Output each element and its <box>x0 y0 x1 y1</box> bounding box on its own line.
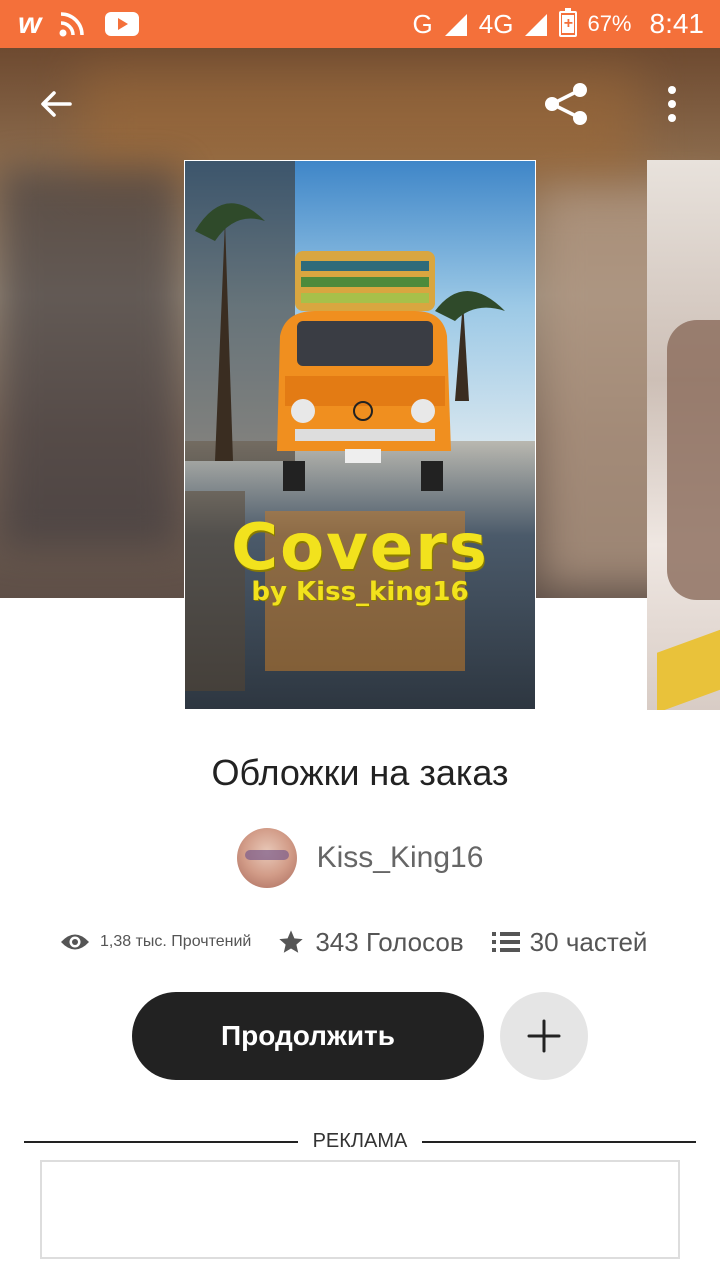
story-stats: 1,38 тыс. Прочтений 343 Голосов 30 часте… <box>60 920 680 964</box>
add-to-library-button[interactable] <box>500 992 588 1080</box>
network-4g-label: 4G <box>478 8 514 39</box>
plus-icon <box>527 1019 561 1053</box>
cover-image <box>185 161 535 709</box>
cover-title-text: Covers <box>231 511 489 585</box>
back-arrow-icon <box>41 91 72 117</box>
status-bar: w G 4G 67% 8:41 <box>0 0 720 48</box>
author-row[interactable]: Kiss_King16 <box>0 826 720 890</box>
more-options-button[interactable] <box>646 78 698 130</box>
back-button[interactable] <box>30 78 82 130</box>
author-avatar[interactable] <box>236 828 297 888</box>
more-vertical-icon <box>668 86 676 122</box>
youtube-icon <box>105 12 140 36</box>
battery-percent: 67% <box>587 11 632 36</box>
next-book-cover[interactable] <box>647 160 720 710</box>
battery-icon <box>559 8 578 37</box>
continue-reading-button[interactable]: Продолжить <box>132 992 484 1080</box>
ad-container[interactable] <box>40 1160 680 1259</box>
share-button[interactable] <box>540 78 592 130</box>
ad-header: РЕКЛАМА <box>24 1128 696 1158</box>
eye-icon <box>60 931 90 953</box>
book-cover[interactable]: Covers by Kiss_king16 <box>184 160 536 710</box>
list-icon <box>491 930 520 954</box>
clock: 8:41 <box>649 8 705 39</box>
votes-stat: 343 Голосов <box>277 926 464 958</box>
system-icons: G 4G 67% 8:41 <box>413 0 704 48</box>
signal-4g-icon <box>523 12 549 36</box>
rss-icon <box>59 11 85 37</box>
votes-count: 343 Голосов <box>315 926 464 957</box>
reads-count: 1,38 тыс. Прочтений <box>100 933 252 950</box>
notification-icons: w <box>18 7 140 40</box>
parts-count: 30 частей <box>529 926 648 957</box>
story-title: Обложки на заказ <box>211 752 509 793</box>
reads-stat: 1,38 тыс. Прочтений <box>60 931 251 953</box>
star-icon <box>277 928 305 956</box>
ad-label: РЕКЛАМА <box>312 1130 408 1152</box>
cover-subtitle-text: by Kiss_king16 <box>251 577 469 607</box>
author-name[interactable]: Kiss_King16 <box>317 841 484 875</box>
parts-stat: 30 частей <box>491 926 648 958</box>
share-icon <box>545 83 587 125</box>
signal-icon <box>443 12 469 36</box>
network-type-label: G <box>412 8 433 39</box>
wattpad-notification-icon: w <box>18 7 41 40</box>
